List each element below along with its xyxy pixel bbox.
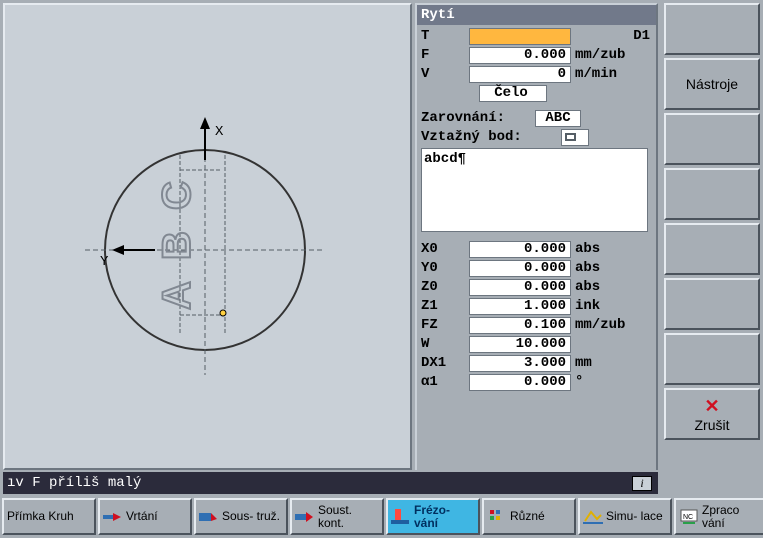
tab-turning-contour[interactable]: Soust. kont. xyxy=(290,498,384,535)
bottom-softkey-bar: Přímka Kruh Vrtání Sous- truž. Soust. ko… xyxy=(0,495,763,538)
unit-X0: abs xyxy=(571,241,600,257)
label-F: F xyxy=(421,47,469,63)
nc-icon: NC xyxy=(679,507,699,527)
label-Z0: Z0 xyxy=(421,279,469,295)
info-icon[interactable]: i xyxy=(632,476,652,491)
tools-button[interactable]: Nástroje xyxy=(664,58,760,110)
simulation-icon xyxy=(583,507,603,527)
input-align[interactable]: ABC xyxy=(535,110,581,127)
label-FZ: FZ xyxy=(421,317,469,333)
cancel-icon: ✕ xyxy=(704,396,719,417)
engraving-text-input[interactable]: abcd¶ xyxy=(421,148,648,232)
label-Y0: Y0 xyxy=(421,260,469,276)
tab-misc[interactable]: Různé xyxy=(482,498,576,535)
svg-text:B: B xyxy=(155,231,199,260)
unit-a1: ° xyxy=(571,374,583,390)
softkey-r6[interactable] xyxy=(664,278,760,330)
input-F[interactable]: 0.000 xyxy=(469,47,571,64)
engraving-preview: X Y A B C xyxy=(5,5,410,468)
unit-F: mm/zub xyxy=(571,47,625,63)
cancel-button[interactable]: ✕ Zrušit xyxy=(664,388,760,440)
panel-title: Rytí xyxy=(417,5,656,25)
input-refpoint[interactable] xyxy=(561,129,589,146)
unit-Z0: abs xyxy=(571,279,600,295)
cancel-button-label: Zrušit xyxy=(695,417,730,433)
svg-text:C: C xyxy=(155,181,199,210)
input-X0[interactable]: 0.000 xyxy=(469,241,571,258)
unit-V: m/min xyxy=(571,66,617,82)
svg-text:Y: Y xyxy=(100,254,109,270)
label-align: Zarovnání: xyxy=(421,110,525,126)
label-V: V xyxy=(421,66,469,82)
misc-icon xyxy=(487,507,507,527)
unit-Z1: ink xyxy=(571,298,600,314)
input-Y0[interactable]: 0.000 xyxy=(469,260,571,277)
label-T: T xyxy=(421,28,469,44)
label-refpoint: Vztažný bod: xyxy=(421,129,551,145)
label-X0: X0 xyxy=(421,241,469,257)
svg-text:A: A xyxy=(155,281,199,310)
label-W: W xyxy=(421,336,469,352)
input-W[interactable]: 10.000 xyxy=(469,336,571,353)
tab-drilling[interactable]: Vrtání xyxy=(98,498,192,535)
turning-icon xyxy=(199,507,219,527)
input-V[interactable]: 0 xyxy=(469,66,571,83)
drill-icon xyxy=(103,507,123,527)
unit-Y0: abs xyxy=(571,260,600,276)
status-bar: ıv F příliš malý i xyxy=(3,472,658,494)
tab-process[interactable]: NC Zpraco vání xyxy=(674,498,763,535)
softkey-r4[interactable] xyxy=(664,168,760,220)
tab-simulation[interactable]: Simu- lace xyxy=(578,498,672,535)
milling-icon xyxy=(391,507,411,527)
input-T[interactable] xyxy=(469,28,571,45)
input-surface[interactable]: Čelo xyxy=(479,85,547,102)
softkey-r7[interactable] xyxy=(664,333,760,385)
input-Z1[interactable]: 1.000 xyxy=(469,298,571,315)
input-a1[interactable]: 0.000 xyxy=(469,374,571,391)
input-FZ[interactable]: 0.100 xyxy=(469,317,571,334)
input-DX1[interactable]: 3.000 xyxy=(469,355,571,372)
softkey-r1[interactable] xyxy=(664,3,760,55)
label-Z1: Z1 xyxy=(421,298,469,314)
input-Z0[interactable]: 0.000 xyxy=(469,279,571,296)
softkey-r3[interactable] xyxy=(664,113,760,165)
parameter-panel: Rytí T D1 F 0.000 mm/zub V 0 m/min Čelo … xyxy=(415,3,658,470)
contour-icon xyxy=(295,507,315,527)
unit-FZ: mm/zub xyxy=(571,317,625,333)
label-D1: D1 xyxy=(633,28,650,44)
tools-button-label: Nástroje xyxy=(686,76,738,92)
svg-text:NC: NC xyxy=(683,514,693,521)
graphics-area: X Y A B C xyxy=(3,3,412,470)
unit-DX1: mm xyxy=(571,355,592,371)
tab-milling[interactable]: Frézo- vání xyxy=(386,498,480,535)
svg-text:X: X xyxy=(215,124,224,140)
label-a1: α1 xyxy=(421,374,469,390)
status-message: ıv F příliš malý xyxy=(7,475,141,491)
softkey-r5[interactable] xyxy=(664,223,760,275)
tab-line-circle[interactable]: Přímka Kruh xyxy=(2,498,96,535)
right-softkey-bar: Nástroje ✕ Zrušit xyxy=(661,0,763,498)
label-DX1: DX1 xyxy=(421,355,469,371)
tab-turning[interactable]: Sous- truž. xyxy=(194,498,288,535)
